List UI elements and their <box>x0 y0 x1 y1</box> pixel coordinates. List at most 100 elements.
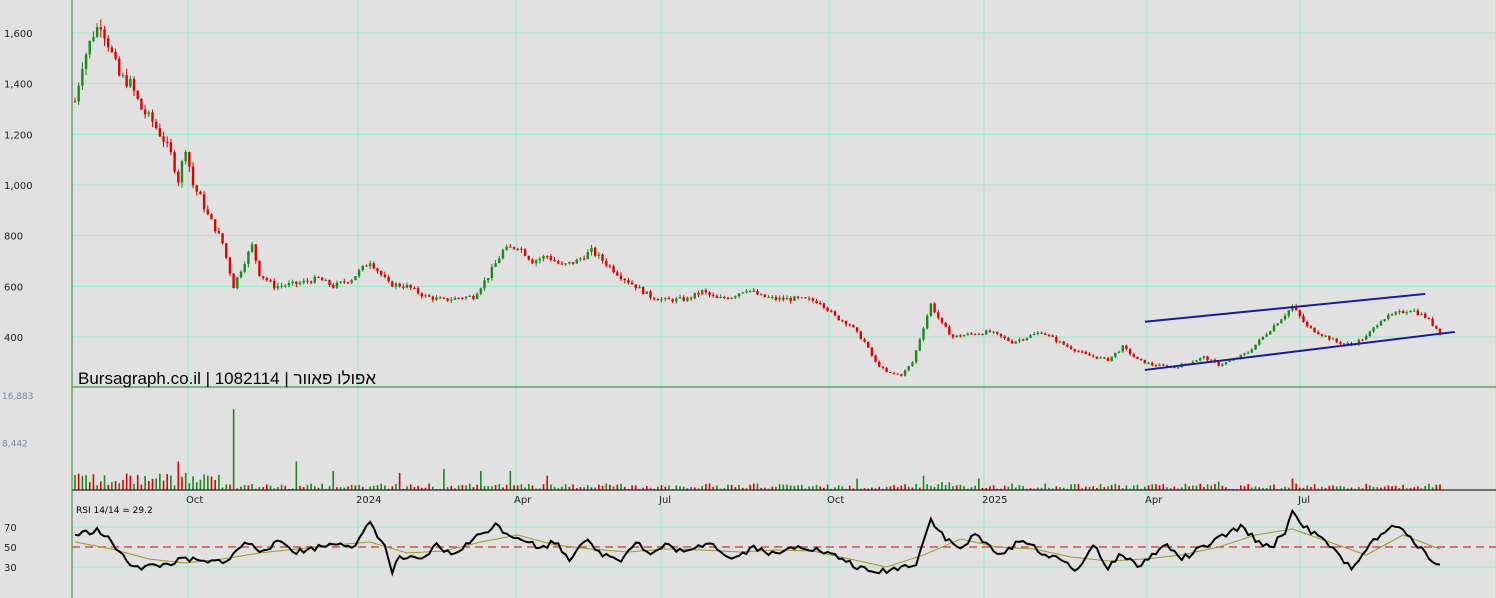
volume-bar <box>395 483 397 490</box>
candle-body <box>140 98 143 110</box>
volume-bar <box>376 485 379 490</box>
candle-body <box>1276 323 1279 326</box>
price-tick-label: 1,200 <box>4 130 33 141</box>
volume-bar <box>409 484 412 490</box>
volume-bar <box>1254 486 1257 490</box>
candle-body <box>1051 335 1054 337</box>
candle-body <box>1139 358 1143 360</box>
candle-body <box>586 252 589 260</box>
volume-bar <box>1070 484 1072 490</box>
candle-body <box>601 254 604 261</box>
candle-body <box>1195 360 1198 362</box>
candle-body <box>575 259 578 264</box>
candle-body <box>531 259 534 264</box>
volume-bar <box>893 485 895 490</box>
volume-bar <box>140 484 143 490</box>
candle-body <box>516 248 519 250</box>
candle-body <box>1405 312 1408 314</box>
time-tick-label: 2024 <box>356 495 381 506</box>
volume-bar <box>1269 485 1272 490</box>
volume-bar <box>668 485 670 490</box>
volume-bar <box>701 486 703 490</box>
volume-bar <box>114 481 117 490</box>
candle-body <box>1136 356 1139 359</box>
volume-bar <box>756 483 759 490</box>
candle-body <box>121 75 125 77</box>
candle-body <box>538 258 542 261</box>
candle-body <box>154 121 158 129</box>
candle-body <box>1379 321 1383 326</box>
candle-body <box>372 263 376 269</box>
volume-bar <box>778 484 781 490</box>
candle-body <box>1246 352 1250 354</box>
volume-bar <box>1188 486 1190 490</box>
candle-body <box>442 297 446 299</box>
candle-body <box>1394 312 1397 315</box>
volume-bar <box>841 486 844 490</box>
candle-body <box>435 297 438 300</box>
volume-bar <box>1114 483 1117 490</box>
candle-body <box>1305 321 1309 327</box>
candle-body <box>811 298 815 301</box>
volume-bar <box>1335 486 1338 490</box>
candle-body <box>608 265 612 267</box>
volume-bar <box>1018 485 1021 490</box>
candle-body <box>413 287 416 289</box>
candle-body <box>247 251 250 265</box>
candle-body <box>653 297 656 300</box>
volume-bar <box>631 485 633 490</box>
volume-bar <box>1214 484 1216 490</box>
candle-body <box>1228 360 1231 362</box>
candle-body <box>748 290 752 292</box>
candle-body <box>1062 341 1065 345</box>
candle-body <box>546 256 549 258</box>
candle-body <box>937 312 940 318</box>
volume-bar <box>450 485 453 490</box>
volume-bar <box>679 486 681 490</box>
candle-body <box>199 191 202 195</box>
candle-body <box>597 254 601 256</box>
candle-body <box>656 299 660 301</box>
volume-bar <box>1339 485 1342 490</box>
volume-bar <box>948 482 951 490</box>
candle-body <box>284 285 287 287</box>
volume-bar <box>520 484 523 490</box>
candle-body <box>988 330 992 333</box>
candle-body <box>1287 310 1290 316</box>
candle-body <box>1269 331 1272 335</box>
candle-body <box>1210 359 1213 361</box>
volume-bar <box>657 486 659 490</box>
candle-body <box>999 333 1003 337</box>
volume-bar <box>660 485 663 490</box>
candle-body <box>678 297 682 299</box>
volume-bar <box>266 484 268 490</box>
candle-body <box>855 327 859 332</box>
candle-body <box>719 296 722 299</box>
volume-bar <box>955 485 958 490</box>
volume-bar <box>952 486 954 490</box>
candle-body <box>328 280 331 286</box>
candle-body <box>1114 352 1117 357</box>
volume-bar <box>944 485 947 490</box>
volume-bar <box>398 472 401 490</box>
volume-bar <box>299 486 301 490</box>
candle-body <box>708 292 711 295</box>
volume-bar <box>620 483 622 490</box>
volume-bar <box>837 485 840 490</box>
candle-body <box>1320 334 1324 336</box>
candle-body <box>914 350 918 363</box>
candle-body <box>1298 310 1302 317</box>
volume-bar <box>240 486 242 490</box>
volume-bar <box>812 486 814 490</box>
rsi-label: RSI 14/14 = 29.2 <box>76 506 153 516</box>
volume-bar <box>494 484 497 490</box>
volume-bar <box>605 483 608 490</box>
volume-bar <box>1151 484 1154 490</box>
volume-bar <box>280 484 283 490</box>
candle-body <box>151 112 154 122</box>
candle-body <box>195 185 198 192</box>
volume-bar <box>1077 484 1080 490</box>
candle-body <box>258 260 261 277</box>
time-tick-label: 2025 <box>982 495 1007 506</box>
candle-body <box>1021 339 1025 341</box>
